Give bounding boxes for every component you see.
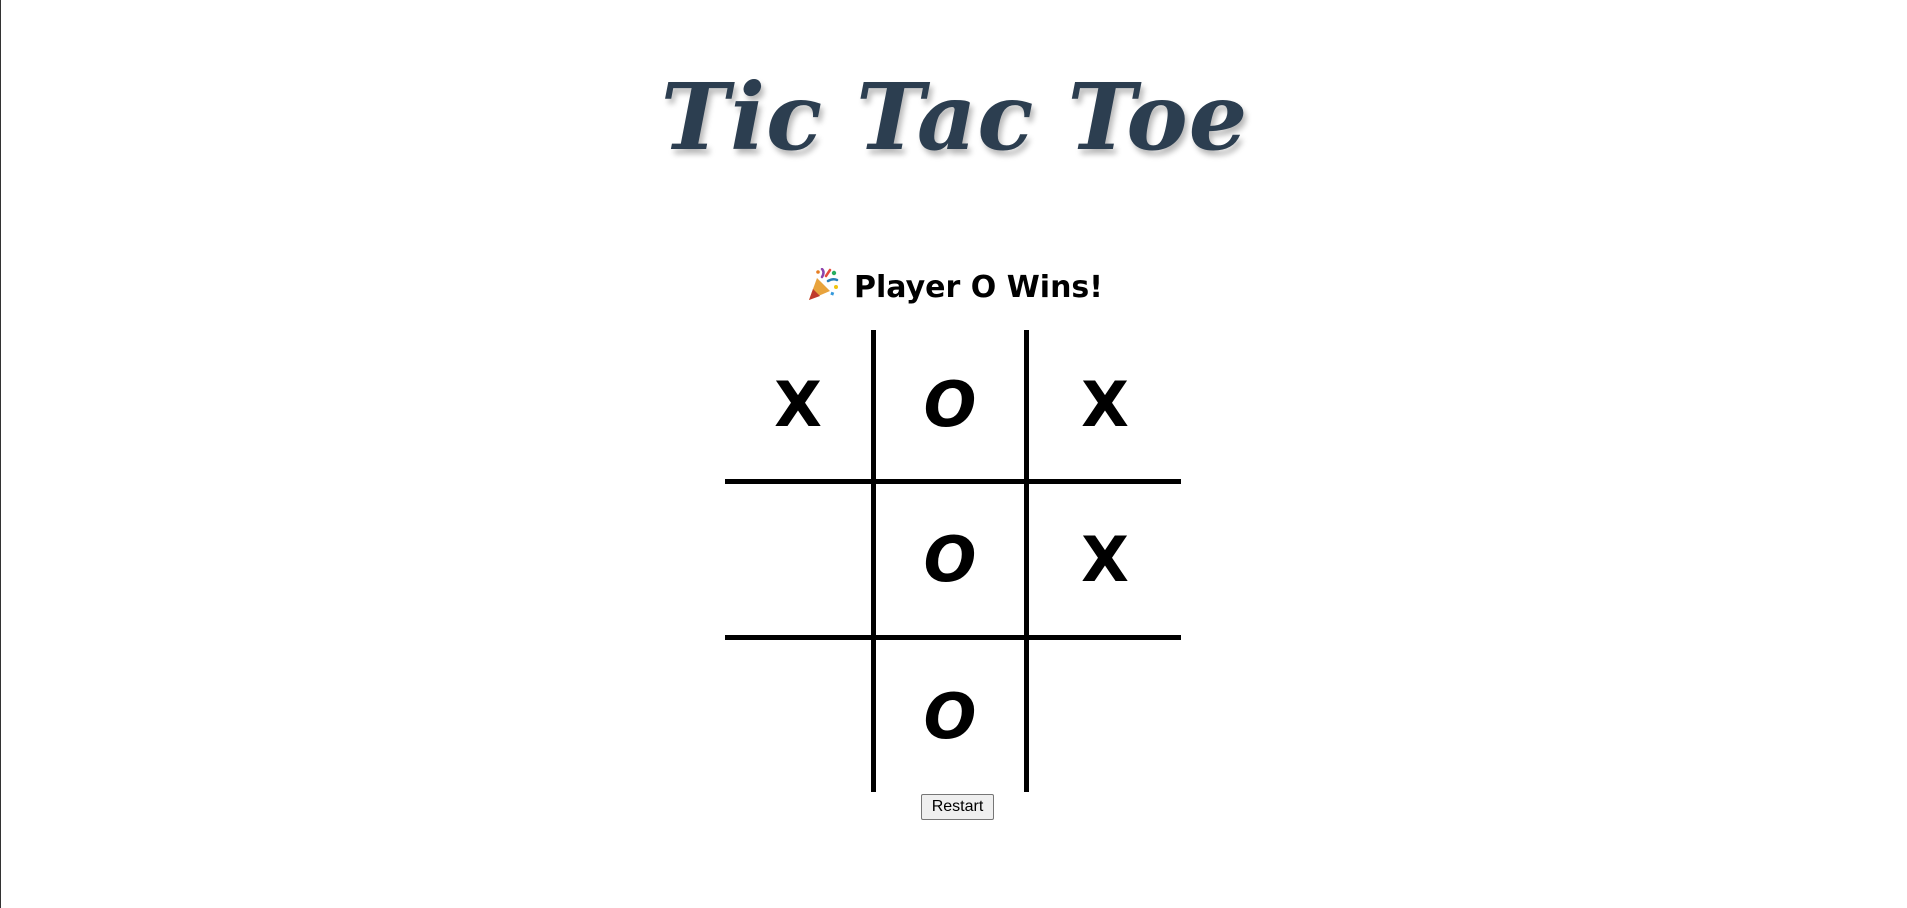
board-cell-3[interactable]: X (1029, 330, 1181, 484)
party-popper-icon (809, 268, 839, 300)
board-cell-1[interactable]: X (725, 330, 876, 484)
page-title: Tic Tac Toe (660, 63, 1249, 171)
board-cell-2[interactable]: O (876, 330, 1029, 484)
game-board: X O X O X O (725, 330, 1181, 792)
board-cell-4[interactable] (725, 484, 876, 640)
restart-button[interactable]: Restart (921, 794, 994, 820)
board-cell-7[interactable] (725, 640, 876, 792)
board-cell-9[interactable] (1029, 640, 1181, 792)
status-message: Player O Wins! (1, 266, 1907, 310)
board-cell-5[interactable]: O (876, 484, 1029, 640)
status-text: Player O Wins! (854, 270, 1103, 305)
board-cell-8[interactable]: O (876, 640, 1029, 792)
page: Tic Tac Toe Player O Wins! X O X O X O R… (0, 0, 1906, 908)
board-cell-6[interactable]: X (1029, 484, 1181, 640)
